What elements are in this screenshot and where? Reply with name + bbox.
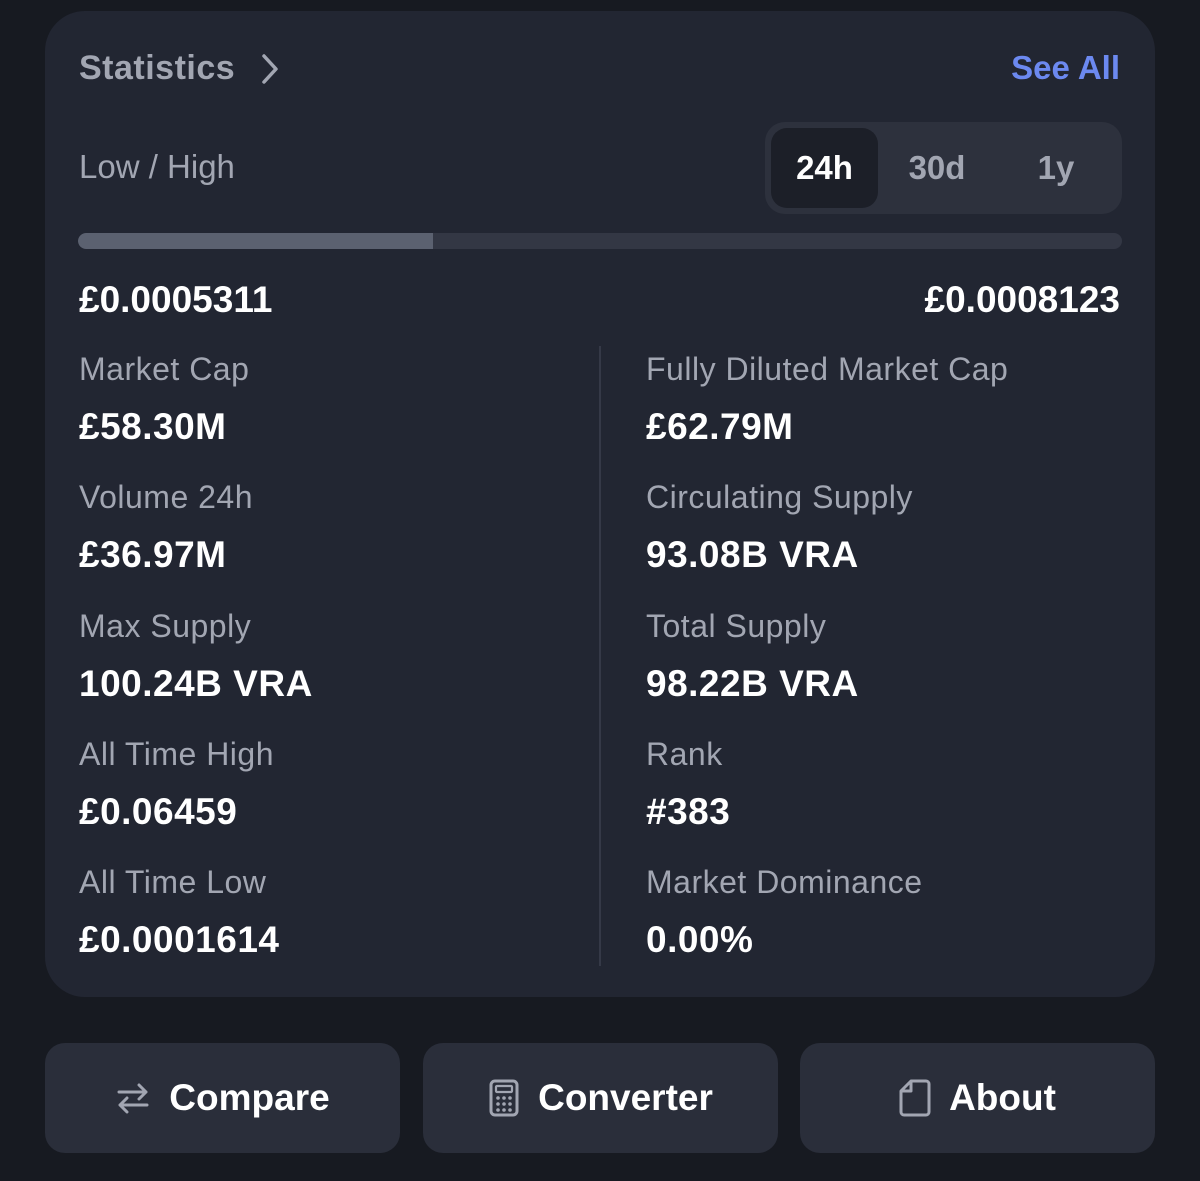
stat-label: Circulating Supply bbox=[646, 479, 913, 515]
stat-value: £0.0001614 bbox=[79, 919, 280, 960]
see-all-link[interactable]: See All bbox=[1011, 49, 1120, 87]
stat-all-time-high: All Time High £0.06459 bbox=[79, 736, 274, 833]
stat-label: Market Dominance bbox=[646, 864, 923, 900]
stat-label: Rank bbox=[646, 736, 723, 772]
stat-total-supply: Total Supply 98.22B VRA bbox=[646, 608, 859, 705]
low-value: £0.0005311 bbox=[79, 279, 273, 320]
stat-value: £58.30M bbox=[79, 406, 227, 447]
high-value: £0.0008123 bbox=[924, 279, 1120, 320]
stat-value: £36.97M bbox=[79, 534, 227, 575]
stat-market-dominance: Market Dominance 0.00% bbox=[646, 864, 923, 961]
stat-value: #383 bbox=[646, 791, 731, 832]
stat-value: 93.08B VRA bbox=[646, 534, 859, 575]
stat-market-cap: Market Cap £58.30M bbox=[79, 351, 249, 448]
stat-label: Volume 24h bbox=[79, 479, 254, 515]
calculator-icon bbox=[489, 1079, 519, 1117]
swap-arrows-icon bbox=[117, 1083, 149, 1114]
range-bar-fill bbox=[78, 233, 433, 249]
column-divider bbox=[599, 346, 601, 966]
compare-button[interactable]: Compare bbox=[45, 1043, 400, 1153]
statistics-card: Statistics See All Low / High 24h 30d 1y… bbox=[45, 11, 1155, 997]
stat-all-time-low: All Time Low £0.0001614 bbox=[79, 864, 279, 961]
stat-value: £0.06459 bbox=[79, 791, 238, 832]
stat-label: Total Supply bbox=[646, 608, 827, 644]
stat-rank: Rank #383 bbox=[646, 736, 730, 833]
stat-volume-24h: Volume 24h £36.97M bbox=[79, 479, 253, 576]
stat-value: 100.24B VRA bbox=[79, 663, 313, 704]
range-tab-1y[interactable]: 1y bbox=[996, 128, 1116, 208]
chevron-right-icon bbox=[262, 53, 278, 84]
stat-label: Max Supply bbox=[79, 608, 252, 644]
range-tab-30d[interactable]: 30d bbox=[878, 128, 996, 208]
stat-fully-diluted-market-cap: Fully Diluted Market Cap £62.79M bbox=[646, 351, 1008, 448]
about-label: About bbox=[949, 1077, 1056, 1118]
stat-value: £62.79M bbox=[646, 406, 794, 447]
statistics-header[interactable]: Statistics bbox=[79, 49, 285, 88]
stat-label: Fully Diluted Market Cap bbox=[646, 351, 1009, 387]
stat-value: 0.00% bbox=[646, 919, 754, 960]
range-tab-24h[interactable]: 24h bbox=[771, 128, 878, 208]
stat-max-supply: Max Supply 100.24B VRA bbox=[79, 608, 313, 705]
statistics-title: Statistics bbox=[79, 49, 236, 87]
converter-button[interactable]: Converter bbox=[423, 1043, 778, 1153]
compare-label: Compare bbox=[169, 1077, 330, 1118]
converter-label: Converter bbox=[538, 1077, 713, 1118]
stat-label: All Time Low bbox=[79, 864, 267, 900]
about-button[interactable]: About bbox=[800, 1043, 1155, 1153]
stat-label: Market Cap bbox=[79, 351, 250, 387]
low-high-label: Low / High bbox=[79, 148, 235, 185]
document-icon bbox=[899, 1079, 931, 1117]
low-high-range-bar bbox=[78, 233, 1122, 249]
stat-circulating-supply: Circulating Supply 93.08B VRA bbox=[646, 479, 913, 576]
range-selector: 24h 30d 1y bbox=[765, 122, 1122, 214]
stat-label: All Time High bbox=[79, 736, 274, 772]
stat-value: 98.22B VRA bbox=[646, 663, 859, 704]
